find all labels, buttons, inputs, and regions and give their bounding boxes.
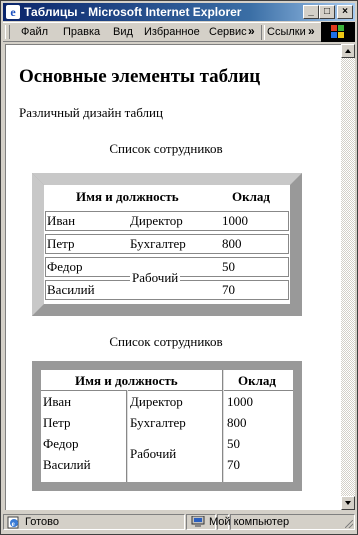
scroll-up-button[interactable] — [341, 44, 355, 58]
table2-cell-salary: 70 — [227, 457, 240, 472]
table2-header-name: Имя и должность — [75, 373, 178, 388]
svg-text:e: e — [12, 520, 15, 528]
menu-edit[interactable]: Правка — [63, 25, 100, 40]
zone-text: Мой компьютер — [209, 516, 290, 528]
table2-cell-position: Директор — [130, 394, 183, 409]
table2-cell-name: Федор — [43, 436, 79, 451]
toolbar-separator — [261, 25, 265, 40]
vertical-scrollbar[interactable] — [341, 44, 355, 510]
resize-grip[interactable] — [345, 520, 353, 528]
menu-view[interactable]: Вид — [113, 25, 133, 40]
windows-flag-icon — [331, 25, 344, 38]
table1: Имя и должность Оклад Иван Директор 1000… — [44, 185, 290, 304]
table1-caption: Список сотрудников — [109, 141, 223, 156]
minimize-button[interactable]: _ — [303, 5, 319, 19]
table2-cell-name: Василий — [43, 457, 91, 472]
table2-caption: Список сотрудников — [109, 334, 223, 349]
table1-cell-salary: 70 — [222, 282, 235, 297]
title-bar[interactable]: e Таблицы - Microsoft Internet Explorer … — [3, 3, 355, 21]
links-label[interactable]: Ссылки — [267, 25, 306, 40]
table1-header-salary: Оклад — [232, 189, 270, 204]
table2-frame: Имя и должность Оклад Иван Директор 1000… — [32, 361, 302, 491]
my-computer-icon — [191, 516, 205, 527]
table1-cell-name: Иван — [47, 213, 76, 228]
page-content: Основные элементы таблиц Различный дизай… — [5, 44, 341, 510]
table2-cell-salary: 1000 — [227, 394, 253, 409]
maximize-button[interactable]: □ — [319, 5, 335, 19]
internet-explorer-icon[interactable]: e — [6, 5, 20, 19]
links-overflow-chevron-icon[interactable]: » — [308, 24, 315, 39]
status-text: Готово — [25, 516, 59, 528]
toolbar-grip[interactable] — [5, 25, 10, 39]
menu-bar: Файл Правка Вид Избранное Сервис » Ссылк… — [3, 22, 355, 42]
table1-cell-name: Петр — [47, 236, 75, 251]
page-heading: Основные элементы таблиц — [19, 66, 261, 87]
table1-cell-name: Василий — [47, 282, 95, 297]
table1-frame: Имя и должность Оклад Иван Директор 1000… — [32, 173, 302, 316]
table1-cell-position: Бухгалтер — [130, 236, 186, 251]
window-title: Таблицы - Microsoft Internet Explorer — [24, 5, 242, 19]
scroll-down-button[interactable] — [341, 496, 355, 510]
table2-cell-name: Иван — [43, 394, 72, 409]
table2-cell-salary: 50 — [227, 436, 240, 451]
page-done-icon: e — [7, 516, 19, 529]
table2-cell-merged-position: Рабочий — [130, 446, 177, 461]
table1-cell-position: Директор — [130, 213, 183, 228]
table1-header-name: Имя и должность — [76, 189, 179, 204]
table1-cell-salary: 800 — [222, 236, 242, 251]
table2-cell-position: Бухгалтер — [130, 415, 186, 430]
windows-logo-throbber — [321, 22, 355, 42]
menu-file[interactable]: Файл — [21, 25, 48, 40]
table1-cell-merged-position: Рабочий — [130, 270, 181, 286]
table1-cell-salary: 1000 — [222, 213, 248, 228]
table2: Имя и должность Оклад Иван Директор 1000… — [41, 370, 293, 482]
arrow-up-icon — [345, 49, 351, 53]
table1-cell-salary: 50 — [222, 259, 235, 274]
menu-tools[interactable]: Сервис — [209, 25, 247, 40]
browser-window: e Таблицы - Microsoft Internet Explorer … — [0, 0, 358, 535]
arrow-down-icon — [345, 501, 351, 505]
table1-cell-name: Федор — [47, 259, 83, 274]
table2-cell-name: Петр — [43, 415, 71, 430]
menu-favorites[interactable]: Избранное — [144, 25, 200, 40]
table2-header-salary: Оклад — [238, 373, 276, 388]
close-button[interactable]: × — [337, 5, 353, 19]
menu-overflow-chevron-icon[interactable]: » — [248, 24, 255, 39]
page-subheading: Различный дизайн таблиц — [19, 105, 163, 120]
table2-cell-salary: 800 — [227, 415, 247, 430]
status-bar: e Готово Мой компьютер — [3, 512, 355, 532]
